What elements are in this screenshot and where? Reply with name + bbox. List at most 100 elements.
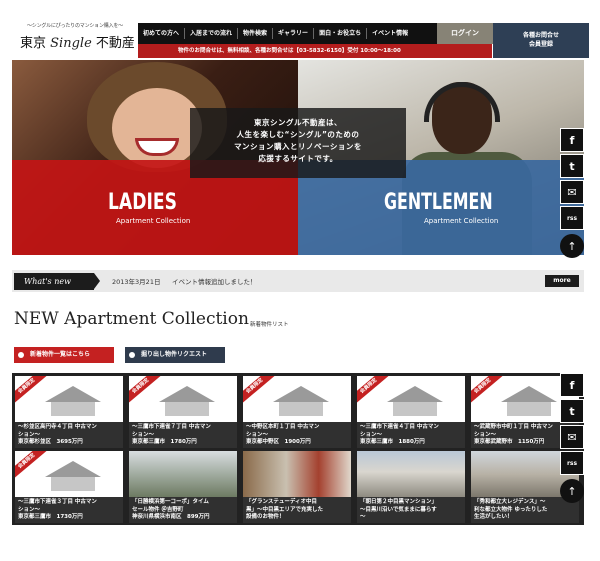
login-button[interactable]: ログイン (437, 23, 493, 44)
caption-line: 「グランステューディオ中目 (246, 499, 318, 505)
listing-card[interactable]: 「グランステューディオ中目 黒」〜中目黒エリアで充実した 設備のお物件！ (243, 451, 351, 523)
mail-icon[interactable]: ✉ (560, 425, 584, 449)
nav-item-beginners[interactable]: 初めての方へ (138, 28, 186, 39)
caption-line: 黒」〜中目黒エリアで充実した (246, 506, 324, 513)
social-bar-top: f t ✉ rss ↑ (560, 128, 584, 258)
listing-card[interactable]: 会員限定 〜三鷹市下連雀３丁目 中古マン ション〜 東京都三鷹市 1730万円 (15, 451, 123, 523)
hero-message-line: 東京シングル不動産は、 (254, 118, 342, 127)
ladies-subtitle: Apartment Collection (116, 217, 191, 225)
caption-line: セール物件 ＠吉野町 (132, 506, 184, 513)
caption-line: 〜中野区本町１丁目 中古マン (246, 424, 320, 430)
house-icon (501, 386, 557, 416)
page: 〜シングルにぴったりのマンション購入を〜 東京 Single 不動産 初めての方… (0, 0, 600, 561)
listing-caption: 〜三鷹市下連雀４丁目 中古マン ション〜 東京都三鷹市 1880万円 (357, 422, 465, 448)
caption-line: 東京都中野区 1900万円 (246, 439, 311, 445)
caption-line: 東京都三鷹市 1780万円 (132, 439, 197, 445)
caption-line: 〜三鷹市下連雀７丁目 中古マン (132, 424, 211, 430)
news-bar: What's new 2013年3月21日 イベント情報追加しました！ more (12, 270, 584, 292)
caption-line: 〜杉並区高円寺４丁目 中古マン (18, 424, 97, 430)
logo-tagline: 〜シングルにぴったりのマンション購入を〜 (26, 23, 123, 29)
caption-line: 「日勝横浜第一コーポ」タイム (132, 499, 209, 505)
listing-photo (243, 451, 351, 497)
logo-name-post: 不動産 (95, 36, 135, 51)
listing-caption: 〜三鷹市下連雀３丁目 中古マン ション〜 東京都三鷹市 1730万円 (15, 497, 123, 523)
whats-new-label: What's new (14, 273, 100, 290)
caption-line: 〜目黒川沿いで気ままに暮らす (360, 506, 437, 513)
new-listings-button[interactable]: 新着物件一覧はこちら (14, 347, 114, 363)
facebook-icon[interactable]: f (560, 373, 584, 397)
nav-item-useful[interactable]: 面白・お役立ち (314, 28, 368, 39)
listing-card[interactable]: 会員限定 〜三鷹市下連雀７丁目 中古マン ション〜 東京都三鷹市 1780万円 (129, 376, 237, 448)
back-to-top-icon[interactable]: ↑ (560, 234, 584, 258)
caption-line: 生活がしたい！ (474, 514, 513, 520)
twitter-icon[interactable]: t (560, 399, 584, 423)
listing-photo (129, 451, 237, 497)
listing-caption: 〜三鷹市下連雀７丁目 中古マン ション〜 東京都三鷹市 1780万円 (129, 422, 237, 448)
listing-photo (357, 451, 465, 497)
new-listings-label: 新着物件一覧はこちら (30, 351, 91, 358)
gentlemen-title[interactable]: GENTLEMEN (384, 190, 493, 215)
news-text[interactable]: イベント情報追加しました！ (172, 276, 257, 286)
rss-icon[interactable]: rss (560, 206, 584, 230)
contact-notice: 物件のお問合せは、無料相談、各種お問合せは【03-5832-6150】受付 10… (138, 44, 492, 58)
caption-line: 東京都三鷹市 1880万円 (360, 439, 425, 445)
more-button[interactable]: more (545, 275, 579, 287)
request-button[interactable]: 掘り出し物件リクエスト (125, 347, 225, 363)
caption-line: ション〜 (360, 431, 383, 438)
section-title: NEW Apartment Collection (14, 309, 249, 329)
house-icon (159, 386, 215, 416)
listing-caption: 「日勝横浜第一コーポ」タイム セール物件 ＠吉野町 神奈川県横浜市南区 899万… (129, 497, 237, 523)
nav-item-flow[interactable]: 入居までの流れ (185, 28, 239, 39)
lady-photo-face (112, 88, 202, 168)
listing-grid: 会員限定 〜杉並区高円寺４丁目 中古マン ション〜 東京都杉並区 3695万円 … (12, 373, 584, 525)
facebook-icon[interactable]: f (560, 128, 584, 152)
listing-caption: 〜杉並区高円寺４丁目 中古マン ション〜 東京都杉並区 3695万円 (15, 422, 123, 448)
back-to-top-icon[interactable]: ↑ (560, 479, 584, 503)
listing-card[interactable]: 会員限定 〜中野区本町１丁目 中古マン ション〜 東京都中野区 1900万円 (243, 376, 351, 448)
listing-card[interactable]: 会員限定 〜杉並区高円寺４丁目 中古マン ション〜 東京都杉並区 3695万円 (15, 376, 123, 448)
hero-message-line: 人生を楽しむ“シングル”のための (236, 130, 360, 139)
hero-message-line: マンション購入とリノベーションを (234, 142, 362, 151)
twitter-icon[interactable]: t (560, 154, 584, 178)
caption-line: ション〜 (246, 431, 269, 438)
ladies-title[interactable]: LADIES (108, 190, 177, 215)
caption-line: 「朝日第２中目黒マンション」 (360, 499, 438, 505)
listing-card[interactable]: 会員限定 〜三鷹市下連雀４丁目 中古マン ション〜 東京都三鷹市 1880万円 (357, 376, 465, 448)
caption-line: ション〜 (18, 431, 41, 438)
caption-line: 〜 (360, 514, 366, 520)
bullet-icon (18, 352, 24, 358)
gentlemen-subtitle: Apartment Collection (424, 217, 499, 225)
register-line-2: 会員登録 (528, 41, 553, 48)
house-icon (45, 386, 101, 416)
caption-line: ション〜 (18, 506, 41, 513)
nav-item-gallery[interactable]: ギャラリー (273, 28, 315, 39)
logo-name-script: Single (50, 36, 92, 51)
rss-icon[interactable]: rss (560, 451, 584, 475)
listing-card[interactable]: 「日勝横浜第一コーポ」タイム セール物件 ＠吉野町 神奈川県横浜市南区 899万… (129, 451, 237, 523)
main-nav: 初めての方へ 入居までの流れ 物件検索 ギャラリー 面白・お役立ち イベント情報 (138, 23, 437, 44)
house-icon (387, 386, 443, 416)
listing-caption: 「朝日第２中目黒マンション」 〜目黒川沿いで気ままに暮らす 〜 (357, 497, 465, 523)
mail-icon[interactable]: ✉ (560, 180, 584, 204)
logo-name: 東京 Single 不動産 (20, 32, 135, 51)
section-subtitle: 新着物件リスト (250, 322, 289, 328)
caption-line: 東京都杉並区 3695万円 (18, 439, 83, 445)
caption-line: 利な都立大物件 ゆったりした (474, 506, 548, 513)
hero-banner: 東京シングル不動産は、 人生を楽しむ“シングル”のための マンション購入とリノベ… (12, 60, 584, 255)
listing-caption: 〜中野区本町１丁目 中古マン ション〜 東京都中野区 1900万円 (243, 422, 351, 448)
bullet-icon (129, 352, 135, 358)
register-button[interactable]: 各種お問合せ 会員登録 (493, 23, 589, 58)
listing-caption: 「グランステューディオ中目 黒」〜中目黒エリアで充実した 設備のお物件！ (243, 497, 351, 523)
social-bar-bottom: f t ✉ rss ↑ (560, 373, 584, 503)
listing-card[interactable]: 「朝日第２中目黒マンション」 〜目黒川沿いで気ままに暮らす 〜 (357, 451, 465, 523)
site-logo[interactable]: 〜シングルにぴったりのマンション購入を〜 東京 Single 不動産 (12, 22, 138, 58)
caption-line: 設備のお物件！ (246, 514, 285, 520)
nav-item-search[interactable]: 物件検索 (238, 28, 274, 39)
register-line-1: 各種お問合せ (522, 32, 559, 39)
caption-line: 神奈川県横浜市南区 899万円 (132, 514, 210, 520)
request-label: 掘り出し物件リクエスト (141, 351, 208, 358)
house-icon (45, 461, 101, 491)
nav-item-events[interactable]: イベント情報 (367, 28, 413, 39)
logo-name-pre: 東京 (20, 36, 47, 51)
hero-message-line: 応援するサイトです。 (258, 154, 338, 163)
